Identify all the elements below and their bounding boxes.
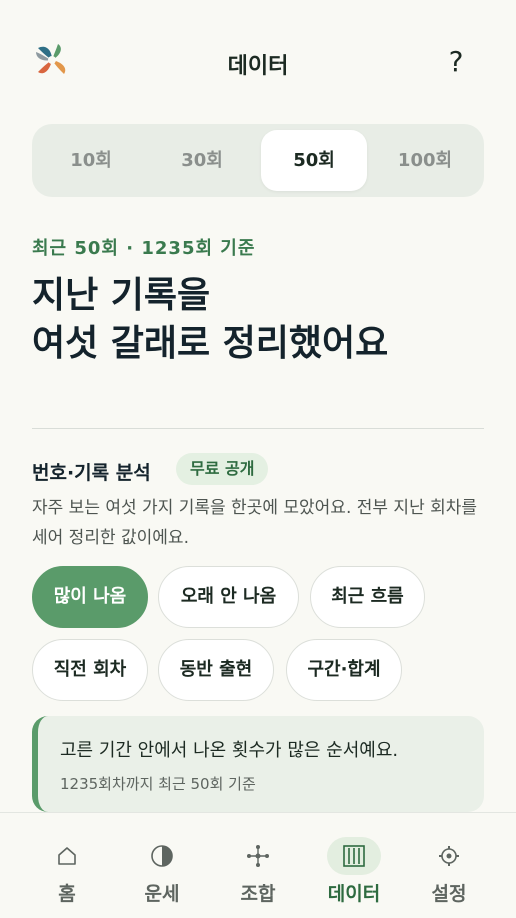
cross-nodes-icon bbox=[247, 845, 269, 867]
nav-settings[interactable]: 설정 bbox=[400, 813, 498, 918]
chip-range-sum[interactable]: 구간·합계 bbox=[286, 639, 402, 701]
headline-line-1: 지난 기록을 bbox=[32, 275, 211, 316]
chip-co-occurrence[interactable]: 동반 출현 bbox=[158, 639, 274, 701]
range-tab-10[interactable]: 10회 bbox=[38, 130, 144, 191]
help-button[interactable]: ? bbox=[440, 44, 472, 80]
nav-fortune-label: 운세 bbox=[144, 883, 180, 905]
nav-fortune[interactable]: 운세 bbox=[113, 813, 211, 918]
half-moon-icon bbox=[151, 845, 173, 867]
chip-recent-trend[interactable]: 최근 흐름 bbox=[310, 566, 425, 628]
section-title: 번호·기록 분석 bbox=[32, 462, 151, 484]
range-tab-30[interactable]: 30회 bbox=[149, 130, 255, 191]
home-icon bbox=[58, 847, 76, 865]
range-caption: 최근 50회 · 1235회 기준 bbox=[32, 238, 256, 259]
headline: 지난 기록을 여섯 갈래로 정리했어요 bbox=[32, 272, 492, 368]
app-header: 데이터 ? bbox=[0, 0, 516, 124]
nav-home-label: 홈 bbox=[58, 883, 76, 905]
free-badge: 무료 공개 bbox=[176, 453, 269, 485]
chip-frequent[interactable]: 많이 나옴 bbox=[32, 566, 148, 628]
gear-icon bbox=[439, 846, 459, 866]
section-description: 자주 보는 여섯 가지 기록을 한곳에 모았어요. 전부 지난 회차를 세어 정… bbox=[32, 498, 478, 548]
page-title: 데이터 bbox=[227, 54, 289, 79]
info-card: 고른 기간 안에서 나온 횟수가 많은 순서예요. 1235회차까지 최근 50… bbox=[32, 716, 484, 812]
nav-combination[interactable]: 조합 bbox=[209, 813, 307, 918]
nav-home[interactable]: 홈 bbox=[18, 813, 116, 918]
bottom-nav: 홈 운세 조합 데이터 설정 bbox=[0, 812, 516, 918]
range-tab-100[interactable]: 100회 bbox=[372, 130, 478, 191]
nav-data-label: 데이터 bbox=[327, 883, 381, 905]
nav-settings-label: 설정 bbox=[431, 883, 467, 905]
range-tab-50[interactable]: 50회 bbox=[261, 130, 367, 191]
headline-line-2: 여섯 갈래로 정리했어요 bbox=[32, 323, 389, 364]
section-divider bbox=[32, 428, 484, 429]
chip-previous-draw[interactable]: 직전 회차 bbox=[32, 639, 148, 701]
nav-data[interactable]: 데이터 bbox=[305, 813, 403, 918]
nav-combination-label: 조합 bbox=[240, 883, 276, 905]
info-sub-text: 1235회차까지 최근 50회 기준 bbox=[60, 775, 256, 793]
bars-icon bbox=[343, 845, 365, 867]
info-main-text: 고른 기간 안에서 나온 횟수가 많은 순서예요. bbox=[60, 740, 399, 761]
chip-overdue[interactable]: 오래 안 나옴 bbox=[158, 566, 299, 628]
range-segmented-control: 10회 30회 50회 100회 bbox=[32, 124, 484, 197]
